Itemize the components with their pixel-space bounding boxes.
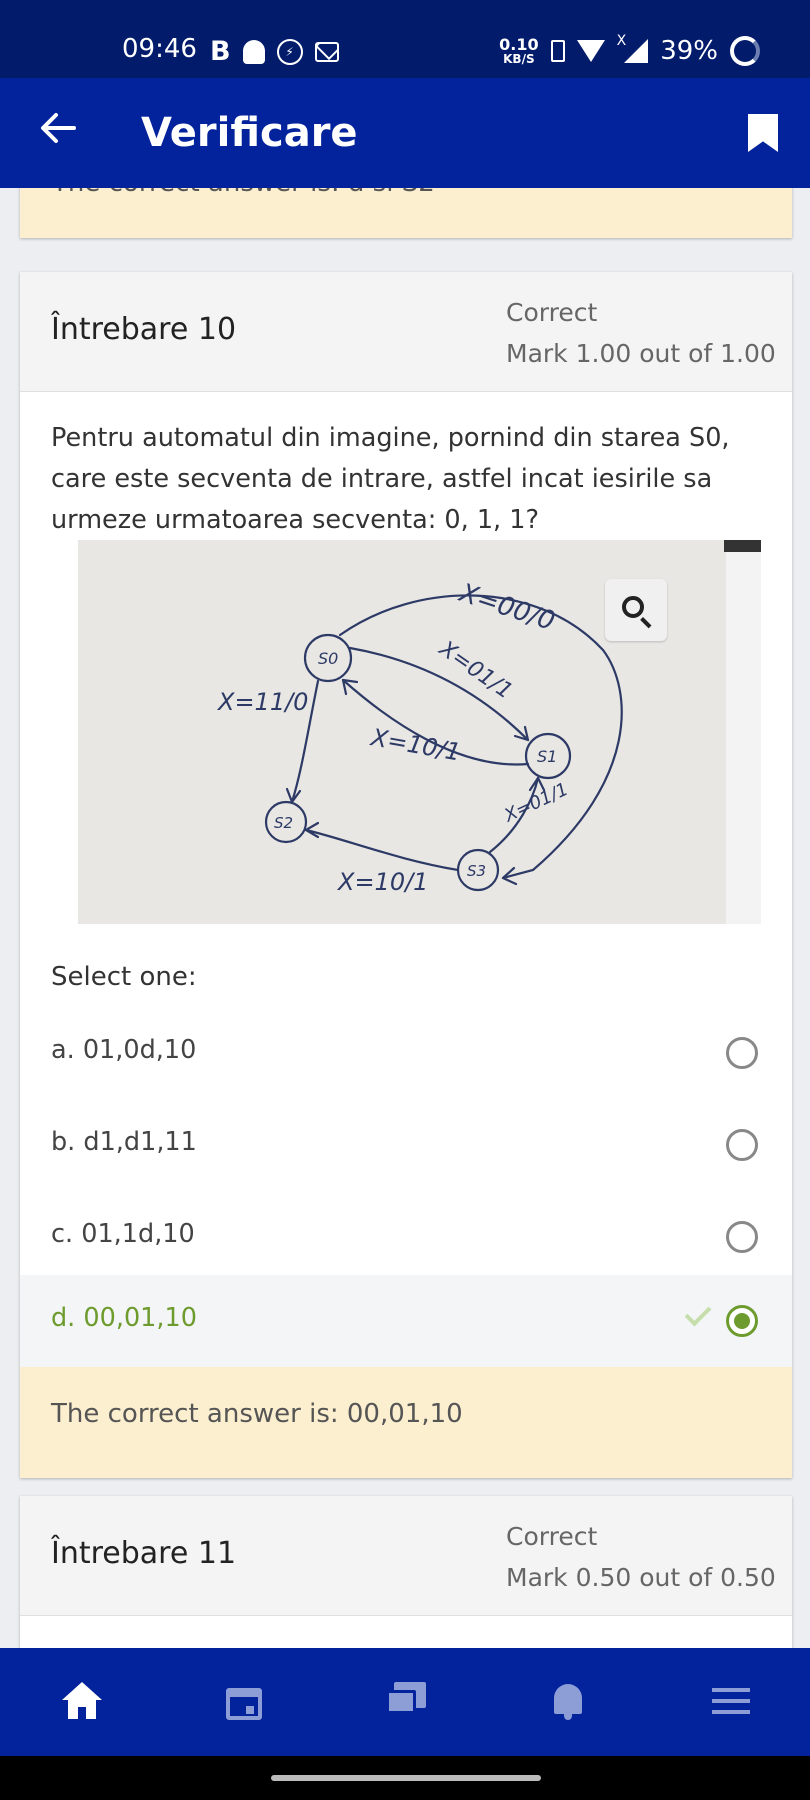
correct-answer-feedback: The correct answer is: 00,01,10	[20, 1367, 792, 1478]
menu-icon[interactable]	[712, 1682, 752, 1722]
messenger-icon: ⚡	[276, 38, 303, 65]
image-zoom-button[interactable]	[605, 579, 667, 641]
radio-button[interactable]	[726, 1037, 758, 1069]
answer-option-d[interactable]: d. 00,01,10	[20, 1275, 792, 1367]
question-mark: Mark 1.00 out of 1.00	[506, 339, 776, 368]
status-time: 09:46	[122, 34, 197, 64]
checkmark-icon	[684, 1299, 712, 1327]
notification-icons: B ⚡	[210, 36, 339, 67]
radio-button[interactable]	[726, 1305, 758, 1337]
gesture-bar	[0, 1756, 810, 1800]
select-one-label: Select one:	[51, 962, 197, 992]
home-gesture-handle[interactable]	[271, 1775, 541, 1781]
bookmark-icon[interactable]	[748, 114, 778, 152]
state-s2-label: S2	[274, 814, 293, 832]
system-icons: 0.10 KB/S X 39%	[499, 33, 760, 66]
question-status: Correct Mark 0.50 out of 0.50	[506, 1516, 776, 1598]
state-s3-label: S3	[467, 862, 486, 880]
snapchat-icon	[242, 39, 265, 64]
question-text: Pentru automatul din imagine, pornind di…	[51, 423, 730, 535]
option-label: d. 00,01,10	[51, 1303, 197, 1333]
radio-button[interactable]	[726, 1221, 758, 1253]
calendar-icon[interactable]	[224, 1682, 264, 1722]
radio-button[interactable]	[726, 1129, 758, 1161]
option-label: b. d1,d1,11	[51, 1127, 197, 1157]
battery-level: 39%	[660, 36, 718, 66]
state-s0-label: S0	[318, 649, 338, 668]
status-bar: 09:46 B ⚡ 0.10 KB/S X 39%	[0, 0, 810, 78]
edge-s0-s2-label: X=11/0	[216, 688, 308, 716]
signal-icon	[624, 39, 649, 63]
vibrate-icon	[550, 40, 565, 62]
page-title: Verificare	[141, 110, 358, 156]
previous-feedback-text: The correct answer is: d si S2	[52, 188, 435, 198]
battery-ring-icon	[730, 36, 760, 66]
question-header: Întrebare 10 Correct Mark 1.00 out of 1.…	[20, 272, 792, 392]
messages-icon[interactable]	[386, 1682, 426, 1722]
net-speed: 0.10 KB/S	[499, 35, 539, 66]
b-app-icon: B	[210, 36, 231, 67]
answer-option-b[interactable]: b. d1,d1,11	[20, 1099, 792, 1191]
feedback-text: The correct answer is: 00,01,10	[51, 1399, 463, 1429]
option-label: c. 01,1d,10	[51, 1219, 195, 1249]
state-s1-label: S1	[537, 747, 557, 766]
search-icon	[622, 596, 644, 618]
previous-question-feedback: The correct answer is: d si S2	[20, 188, 792, 238]
question-card: Întrebare 10 Correct Mark 1.00 out of 1.…	[20, 272, 792, 1478]
back-button[interactable]	[38, 108, 88, 158]
question-title: Întrebare 10	[51, 312, 237, 347]
question-mark: Mark 0.50 out of 0.50	[506, 1563, 776, 1592]
quiz-review-content[interactable]: The correct answer is: d si S2 Întrebare…	[0, 188, 810, 1648]
home-icon[interactable]	[62, 1682, 102, 1722]
next-question-card: Întrebare 11 Correct Mark 0.50 out of 0.…	[20, 1496, 792, 1648]
app-bar: Verificare	[0, 78, 810, 188]
question-status-text: Correct	[506, 1522, 598, 1551]
bell-icon[interactable]	[548, 1682, 588, 1722]
question-header: Întrebare 11 Correct Mark 0.50 out of 0.…	[20, 1496, 792, 1616]
answer-option-c[interactable]: c. 01,1d,10	[20, 1191, 792, 1283]
wifi-icon	[576, 40, 605, 62]
answer-option-a[interactable]: a. 01,0d,10	[20, 1007, 792, 1099]
gmail-icon	[314, 41, 339, 62]
signal-x-label: X	[616, 33, 627, 49]
arrow-left-icon	[41, 113, 76, 143]
question-status-text: Correct	[506, 298, 598, 327]
question-title: Întrebare 11	[51, 1536, 237, 1571]
option-label: a. 01,0d,10	[51, 1035, 197, 1065]
bottom-navigation	[0, 1648, 810, 1756]
edge-s3-s2-label: X=10/1	[336, 868, 428, 896]
question-status: Correct Mark 1.00 out of 1.00	[506, 292, 776, 374]
